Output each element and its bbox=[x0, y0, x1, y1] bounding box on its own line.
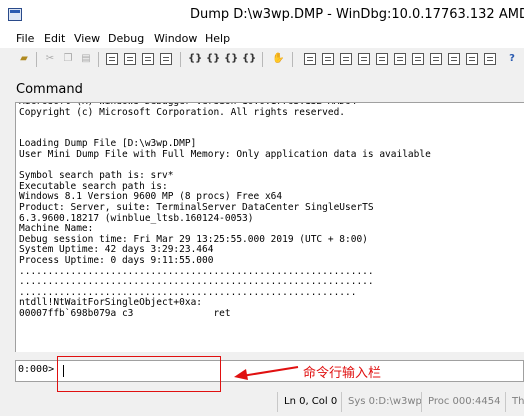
toolbar-separator bbox=[292, 52, 293, 67]
windbg-app-icon bbox=[8, 8, 22, 21]
memory-icon[interactable] bbox=[376, 53, 388, 65]
command-window-header: Command bbox=[0, 72, 524, 102]
toolbar-separator bbox=[98, 52, 99, 67]
font-icon[interactable] bbox=[484, 53, 496, 65]
menu-debug[interactable]: Debug bbox=[108, 32, 144, 45]
status-system: Sys 0:D:\w3wp bbox=[341, 392, 422, 412]
output-line: Copyright (c) Microsoft Corporation. All… bbox=[19, 106, 346, 118]
output-line: Process Uptime: 0 days 9:11:55.000 bbox=[19, 254, 214, 266]
menu-file[interactable]: File bbox=[16, 32, 34, 45]
menu-help[interactable]: Help bbox=[205, 32, 230, 45]
menu-bar: File Edit View Debug Window Help bbox=[0, 30, 524, 48]
disassembly-icon[interactable] bbox=[412, 53, 424, 65]
options-icon[interactable] bbox=[448, 53, 460, 65]
breakpoint-icon[interactable]: ✋ bbox=[272, 53, 284, 65]
annotation-label: 命令行输入栏 bbox=[303, 366, 382, 381]
status-bar: Ln 0, Col 0 Sys 0:D:\w3wp Proc 000:4454 … bbox=[0, 392, 524, 416]
output-line: Product: Server, suite: TerminalServer D… bbox=[19, 201, 374, 213]
annotation-arrow-icon bbox=[234, 366, 299, 380]
status-process: Proc 000:4454 bbox=[421, 392, 500, 412]
output-line: User Mini Dump File with Full Memory: On… bbox=[19, 148, 431, 160]
toolbar-separator bbox=[36, 52, 37, 67]
step-out-icon[interactable]: {} bbox=[224, 53, 238, 65]
run-to-cursor-icon[interactable]: {} bbox=[242, 53, 256, 65]
command-output-text: Microsoft (R) Windows Debugger Version 1… bbox=[19, 103, 431, 319]
annotation-highlight-box bbox=[57, 356, 221, 392]
call-stack-icon[interactable] bbox=[394, 53, 406, 65]
step-into-icon[interactable]: {} bbox=[188, 53, 202, 65]
menu-edit[interactable]: Edit bbox=[44, 32, 65, 45]
stop-icon[interactable] bbox=[142, 53, 154, 65]
output-line: 00007ffb`698b079a c3 ret bbox=[19, 307, 231, 319]
restart-icon[interactable] bbox=[124, 53, 136, 65]
copy-icon[interactable]: ❐ bbox=[62, 53, 74, 65]
paste-icon[interactable]: ▤ bbox=[80, 53, 92, 65]
status-thread: Thr bbox=[505, 392, 524, 412]
source-mode-icon[interactable] bbox=[466, 53, 478, 65]
break-icon[interactable] bbox=[160, 53, 172, 65]
open-icon[interactable]: ▰ bbox=[18, 53, 30, 65]
menu-window[interactable]: Window bbox=[154, 32, 197, 45]
step-over-icon[interactable]: {} bbox=[206, 53, 220, 65]
status-position: Ln 0, Col 0 bbox=[277, 392, 337, 412]
command-prompt: 0:000> bbox=[18, 364, 55, 375]
go-icon[interactable] bbox=[106, 53, 118, 65]
cut-icon[interactable]: ✂ bbox=[44, 53, 56, 65]
watch-icon[interactable] bbox=[322, 53, 334, 65]
window-title: Dump D:\w3wp.DMP - WinDbg:10.0.17763.132… bbox=[190, 7, 524, 22]
help-icon[interactable]: ? bbox=[506, 53, 518, 65]
toolbar-separator bbox=[262, 52, 263, 67]
command-window-icon[interactable] bbox=[304, 53, 316, 65]
scratch-pad-icon[interactable] bbox=[430, 53, 442, 65]
registers-icon[interactable] bbox=[358, 53, 370, 65]
title-bar: Dump D:\w3wp.DMP - WinDbg:10.0.17763.132… bbox=[0, 0, 524, 30]
locals-icon[interactable] bbox=[340, 53, 352, 65]
toolbar-separator bbox=[180, 52, 181, 67]
command-window-title: Command bbox=[16, 82, 83, 97]
toolbar: ▰ ✂ ❐ ▤ {} {} {} {} ✋ ? bbox=[0, 48, 524, 73]
menu-view[interactable]: View bbox=[74, 32, 100, 45]
command-output[interactable]: Microsoft (R) Windows Debugger Version 1… bbox=[15, 102, 524, 352]
